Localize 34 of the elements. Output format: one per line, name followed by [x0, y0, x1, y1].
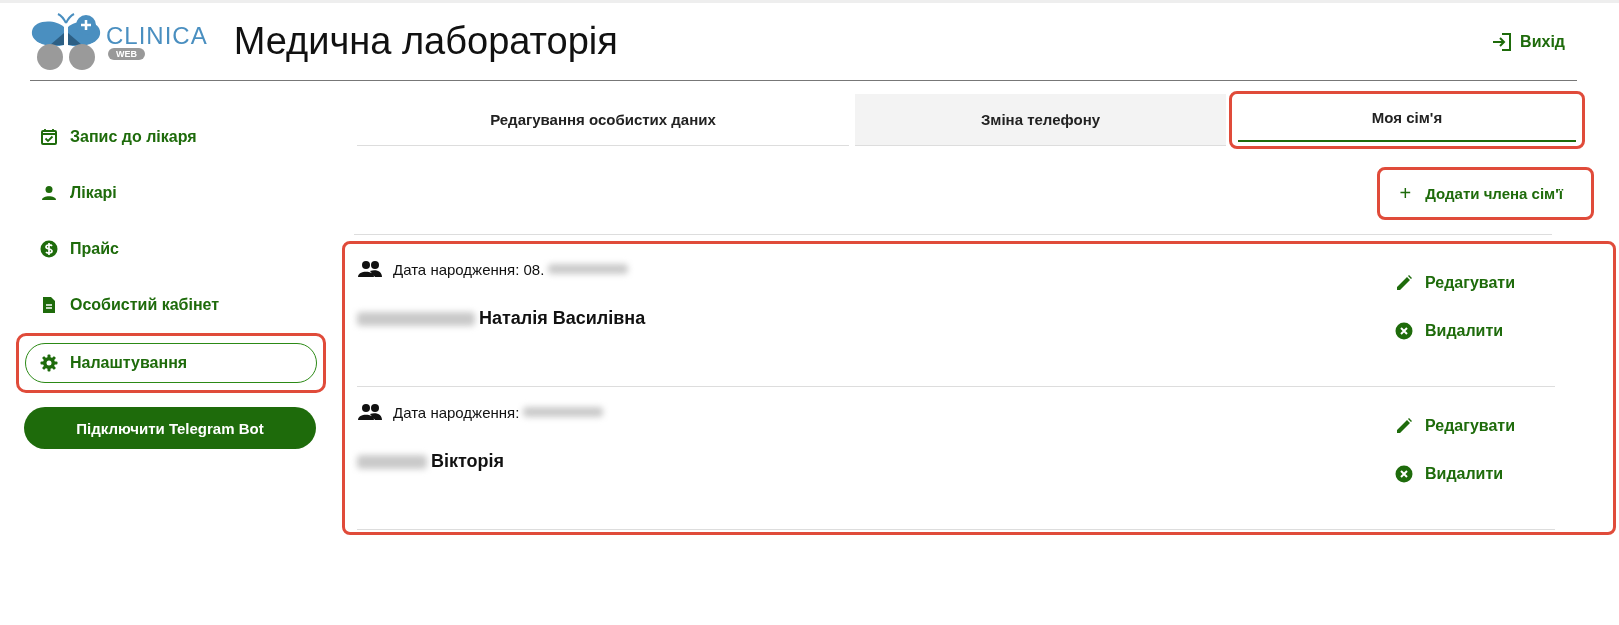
sidebar-item[interactable]: Запис до лікаря [25, 117, 317, 157]
delete-link[interactable]: Видалити [1395, 322, 1535, 340]
dollar-icon [40, 240, 58, 258]
edit-link[interactable]: Редагувати [1395, 417, 1535, 435]
edit-link[interactable]: Редагувати [1395, 274, 1535, 292]
birth-date: Дата народження: [393, 403, 520, 421]
people-icon [357, 260, 383, 278]
member-name: Вікторія [431, 451, 505, 472]
settings-icon [40, 354, 58, 372]
pencil-icon [1395, 417, 1413, 435]
person-icon [40, 184, 58, 202]
logo-badge: WEB [108, 47, 145, 60]
tab[interactable]: Редагування особистих даних [357, 94, 849, 146]
sidebar-item[interactable]: Особистий кабінет [25, 285, 317, 325]
delete-circle-icon [1395, 322, 1413, 340]
tab[interactable]: Зміна телефону [855, 94, 1226, 146]
sidebar-item[interactable]: Лікарі [25, 173, 317, 213]
document-icon [40, 296, 58, 314]
page-title: Медична лабораторія [233, 20, 619, 63]
logo-text: CLINICA [106, 23, 208, 48]
pencil-icon [1395, 274, 1413, 292]
delete-circle-icon [1395, 465, 1413, 483]
people-icon [357, 403, 383, 421]
birth-date: Дата народження: 08. [393, 260, 545, 278]
telegram-button[interactable]: Підключити Telegram Bot [24, 407, 316, 449]
butterfly-logo-icon [30, 12, 102, 71]
logout-icon [1492, 32, 1513, 51]
delete-link[interactable]: Видалити [1395, 465, 1535, 483]
exit-link[interactable]: Вихід [1492, 32, 1565, 51]
add-member-button[interactable]: + Додати члена сім'ї [1389, 174, 1573, 213]
member-name: Наталія Василівна [479, 308, 646, 329]
tab[interactable]: Моя сім'я [1238, 94, 1576, 142]
calendar-icon [40, 128, 58, 146]
sidebar-item[interactable]: Прайс [25, 229, 317, 269]
